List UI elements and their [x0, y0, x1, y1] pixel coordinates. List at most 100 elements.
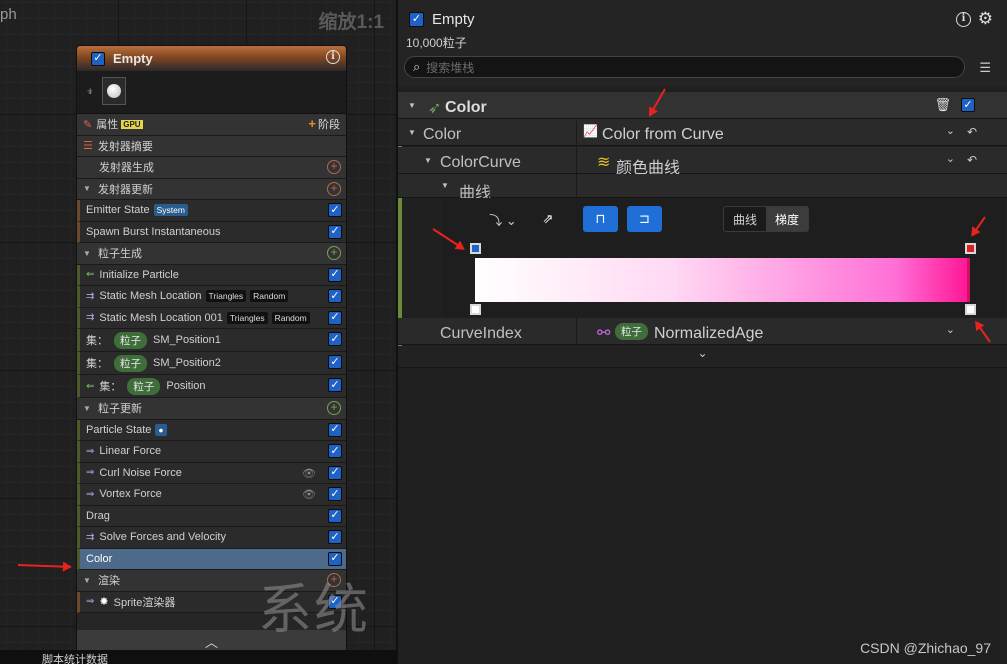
color-stop-start[interactable] [470, 304, 481, 315]
module-checkbox[interactable]: ✓ [328, 332, 342, 346]
properties-row[interactable]: ✎ 属性 GPU + 阶段 [77, 114, 346, 136]
gradient-mode-tab[interactable]: 梯度 [766, 207, 808, 231]
info-icon[interactable]: i [956, 12, 971, 27]
module-spawn-burst[interactable]: Spawn Burst Instantaneous ✓ [77, 221, 346, 243]
module-checkbox[interactable]: ✓ [328, 224, 342, 239]
script-stats-tab[interactable]: 脚本统计数据 [42, 651, 108, 664]
chevron-down-icon[interactable]: ⌄ [946, 124, 955, 137]
reset-icon[interactable]: ↶ [967, 153, 977, 167]
chevron-down-icon[interactable]: ⌄ [946, 152, 955, 165]
module-checkbox[interactable]: ✓ [328, 310, 342, 325]
module-force-icon: ⇒ [86, 596, 95, 608]
module-curl-noise-force[interactable]: ⇒ Curl Noise Force 👁 ✓ [77, 462, 346, 484]
chevron-down-icon[interactable]: ▼ [424, 156, 432, 165]
search-field[interactable]: ⌕ 搜索堆栈 [404, 56, 965, 78]
emitter-summary-row[interactable]: ☰ 发射器摘要 [77, 135, 346, 157]
credit-text: CSDN @Zhichao_97 [860, 640, 991, 656]
curve-editor[interactable]: ⤵ ⌄ ⇗ ⊓ ⊐ 曲线 梯度 [442, 198, 1006, 318]
curve-row[interactable]: ▼ 曲线 [398, 174, 1007, 202]
module-force-icon: ⇒ [86, 467, 95, 479]
chevron-down-icon[interactable]: ▼ [441, 181, 449, 190]
add-stage-button[interactable]: + 阶段 [308, 116, 340, 132]
particle-update-row[interactable]: ▼ 粒子更新 + [77, 398, 346, 420]
module-drag[interactable]: Drag ✓ [77, 505, 346, 527]
emitter-update-row[interactable]: ▼ 发射器更新 + [77, 178, 346, 200]
add-module-icon[interactable]: + [327, 246, 341, 260]
module-set-sm-position2[interactable]: 集： 粒子 SM_Position2 ✓ [77, 352, 346, 375]
color-stop-end[interactable] [965, 304, 976, 315]
module-set-position[interactable]: ⇐ 集： 粒子 Position ✓ [77, 375, 346, 398]
module-checkbox[interactable]: ✓ [328, 267, 342, 282]
module-checkbox[interactable]: ✓ [328, 355, 342, 369]
colorcurve-row[interactable]: ▼ ColorCurve ≋ 颜色曲线 ⌄ ↶ [398, 147, 1007, 177]
module-static-mesh-location[interactable]: ⇉ Static Mesh Location Triangles Random … [77, 286, 346, 308]
graph-canvas[interactable]: ph 缩放1:1 ✓ Empty i ⍖ ✎ 属性 GPU + 阶段 ☰ 发射器摘… [0, 0, 396, 664]
gear-icon[interactable]: ⚙ [978, 9, 993, 29]
view-mode-toggle[interactable]: 曲线 梯度 [723, 206, 809, 232]
chevron-down-icon[interactable]: ▼ [408, 101, 416, 110]
module-checkbox[interactable]: ✓ [328, 203, 342, 217]
reset-icon[interactable]: ↶ [967, 125, 977, 139]
color-label: Color [423, 126, 462, 143]
chevron-down-icon[interactable]: ⌄ [946, 323, 955, 336]
alpha-stop-end[interactable] [965, 243, 976, 254]
module-checkbox[interactable]: ✓ [328, 444, 342, 458]
sprite-icon: ✸ [99, 596, 109, 609]
key-interp-dropdown[interactable]: ⤵ ⌄ [482, 206, 524, 232]
chevron-down-icon[interactable]: ▼ [408, 128, 416, 137]
add-module-icon[interactable]: + [327, 401, 341, 415]
module-checkbox[interactable]: ✓ [328, 378, 342, 392]
module-checkbox[interactable]: ✓ [328, 422, 342, 437]
module-particle-state[interactable]: Particle State ● ✓ [77, 419, 346, 441]
alpha-stop-start[interactable] [470, 243, 481, 254]
trash-icon[interactable]: 🗑 [934, 97, 951, 113]
module-vortex-force[interactable]: ⇒ Vortex Force 👁 ✓ [77, 484, 346, 506]
node-header[interactable]: ✓ Empty i [77, 46, 346, 71]
module-checkbox[interactable]: ✓ [328, 465, 342, 480]
add-module-icon[interactable]: + [327, 181, 341, 196]
info-icon[interactable]: i [326, 50, 340, 64]
category-checkbox[interactable]: ✓ [961, 98, 975, 112]
fit-horizontal-button[interactable]: ⊓ [583, 206, 618, 232]
module-checkbox[interactable]: ✓ [328, 508, 342, 523]
module-checkbox[interactable]: ✓ [328, 551, 342, 566]
emitter-enable-checkbox[interactable]: ✓ [409, 12, 424, 27]
chevron-down-icon[interactable]: ▼ [83, 404, 93, 413]
module-solve-forces[interactable]: ⇉ Solve Forces and Velocity ✓ [77, 527, 346, 549]
emitter-thumbnail[interactable] [102, 77, 126, 105]
fit-vertical-button[interactable]: ⊐ [627, 206, 662, 232]
eye-icon[interactable]: 👁 [302, 467, 316, 480]
color-row[interactable]: ▼ Color 📈 Color from Curve ⌄ ↶ [398, 119, 1007, 146]
module-input-icon: ⇐ [86, 380, 95, 392]
filter-icon[interactable]: ☰ [979, 60, 991, 76]
emitter-spawn-label: 发射器生成 [99, 162, 154, 175]
module-emitter-state[interactable]: Emitter State System ✓ [77, 200, 346, 222]
color-category-row[interactable]: ▼ ➶ Color 🗑 ✓ [398, 92, 1007, 119]
gradient-preview[interactable] [475, 258, 970, 302]
chevron-down-icon[interactable]: ▼ [83, 184, 93, 193]
curveindex-value[interactable]: NormalizedAge [654, 325, 763, 343]
module-checkbox[interactable]: ✓ [328, 487, 342, 501]
module-label: SM_Position2 [153, 357, 221, 369]
chevron-down-icon[interactable]: ▼ [83, 576, 93, 585]
module-checkbox[interactable]: ✓ [328, 530, 342, 544]
module-linear-force[interactable]: ⇒ Linear Force ✓ [77, 441, 346, 463]
chevron-down-icon[interactable]: ▼ [83, 249, 93, 258]
emitter-spawn-row[interactable]: 发射器生成 + [77, 157, 346, 179]
module-set-sm-position1[interactable]: 集： 粒子 SM_Position1 ✓ [77, 329, 346, 352]
expand-more-button[interactable]: ⌄ [398, 346, 1007, 368]
properties-label: 属性 [96, 119, 119, 132]
particle-spawn-row[interactable]: ▼ 粒子生成 + [77, 243, 346, 265]
module-initialize-particle[interactable]: ⇐ Initialize Particle ✓ [77, 264, 346, 286]
open-external-icon[interactable]: ⇗ [537, 206, 559, 232]
eye-icon[interactable]: 👁 [302, 488, 316, 501]
curveindex-row[interactable]: CurveIndex ⚯ 粒子 NormalizedAge ⌄ [398, 318, 1007, 345]
module-checkbox[interactable]: ✓ [328, 289, 342, 303]
module-static-mesh-location-001[interactable]: ⇉ Static Mesh Location 001 Triangles Ran… [77, 307, 346, 329]
node-enable-checkbox[interactable]: ✓ [91, 51, 105, 66]
add-module-icon[interactable]: + [327, 160, 341, 174]
pin-icon[interactable]: ⍖ [86, 83, 94, 99]
module-label: Vortex Force [99, 488, 162, 501]
color-value[interactable]: Color from Curve [602, 126, 724, 144]
curve-mode-tab[interactable]: 曲线 [724, 207, 766, 231]
